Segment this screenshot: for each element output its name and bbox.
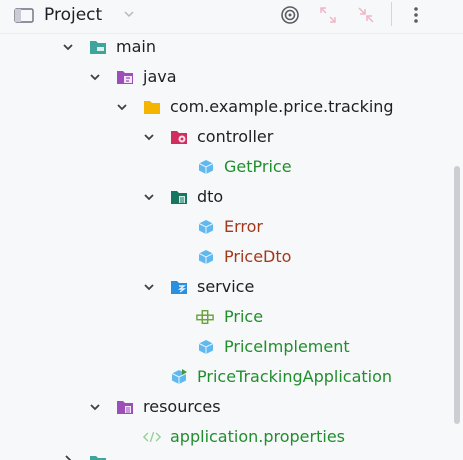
class-icon (198, 340, 214, 354)
spring-application-icon (171, 369, 187, 384)
tree-row-service[interactable]: service (0, 272, 450, 302)
interface-icon (196, 309, 214, 325)
tree-row-pricetrackingapplication[interactable]: PriceTrackingApplication (0, 362, 450, 392)
chevron-down-icon[interactable] (89, 401, 101, 413)
tree-row-application-properties[interactable]: application.properties (0, 422, 450, 452)
tree-label-application-properties: application.properties (170, 427, 345, 446)
tree-label-getprice: GetPrice (224, 157, 292, 176)
chevron-right-icon[interactable] (62, 454, 74, 460)
tree-label-priceimplement: PriceImplement (224, 337, 350, 356)
service-folder-icon (171, 281, 187, 294)
tree-row-java[interactable]: java (0, 62, 450, 92)
tree-label-pricedto: PriceDto (224, 247, 292, 266)
class-icon (198, 220, 214, 234)
tree-row-dto[interactable]: dto (0, 182, 450, 212)
tree-row-error[interactable]: Error (0, 212, 450, 242)
tree-label-service: service (197, 277, 255, 296)
vertical-scrollbar[interactable] (451, 34, 463, 460)
chevron-down-icon[interactable] (143, 191, 155, 203)
tree-label-package: com.example.price.tracking (170, 97, 394, 116)
module-folder-icon (90, 456, 106, 460)
chevron-down-icon[interactable] (89, 71, 101, 83)
controller-folder-icon (171, 131, 187, 144)
tree-row-pricedto[interactable]: PriceDto (0, 242, 450, 272)
tree-label-controller: controller (197, 127, 274, 146)
tree-label-error: Error (224, 217, 263, 236)
tree-row-package[interactable]: com.example.price.tracking (0, 92, 450, 122)
module-folder-icon (90, 41, 106, 54)
properties-file-icon (143, 431, 161, 443)
tree-row-main[interactable]: main (0, 32, 450, 62)
chevron-down-icon[interactable] (116, 101, 128, 113)
tree-row-priceimplement[interactable]: PriceImplement (0, 332, 450, 362)
tree-label-main: main (116, 37, 156, 56)
tree-row-controller[interactable]: controller (0, 122, 450, 152)
java-source-folder-icon (117, 71, 133, 84)
chevron-down-icon[interactable] (62, 41, 74, 53)
chevron-down-icon[interactable] (143, 131, 155, 143)
resources-folder-icon (117, 401, 133, 414)
class-icon (198, 160, 214, 174)
tree-row-getprice[interactable]: GetPrice (0, 152, 450, 182)
chevron-down-icon[interactable] (143, 281, 155, 293)
class-icon (198, 250, 214, 264)
package-folder-icon (144, 101, 160, 114)
tree-label-dto: dto (197, 187, 224, 206)
tree-label-resources: resources (143, 397, 221, 416)
tree-row-resources[interactable]: resources (0, 392, 450, 422)
tree-row-partial (0, 452, 450, 460)
dto-folder-icon (171, 191, 187, 204)
project-tool-window: Project main java com.example.price.trac… (0, 0, 463, 460)
tree-label-pricetrackingapplication: PriceTrackingApplication (197, 367, 393, 386)
tree-label-price: Price (224, 307, 264, 326)
scrollbar-thumb[interactable] (454, 166, 460, 424)
tree-label-java: java (143, 67, 177, 86)
tree-row-price[interactable]: Price (0, 302, 450, 332)
